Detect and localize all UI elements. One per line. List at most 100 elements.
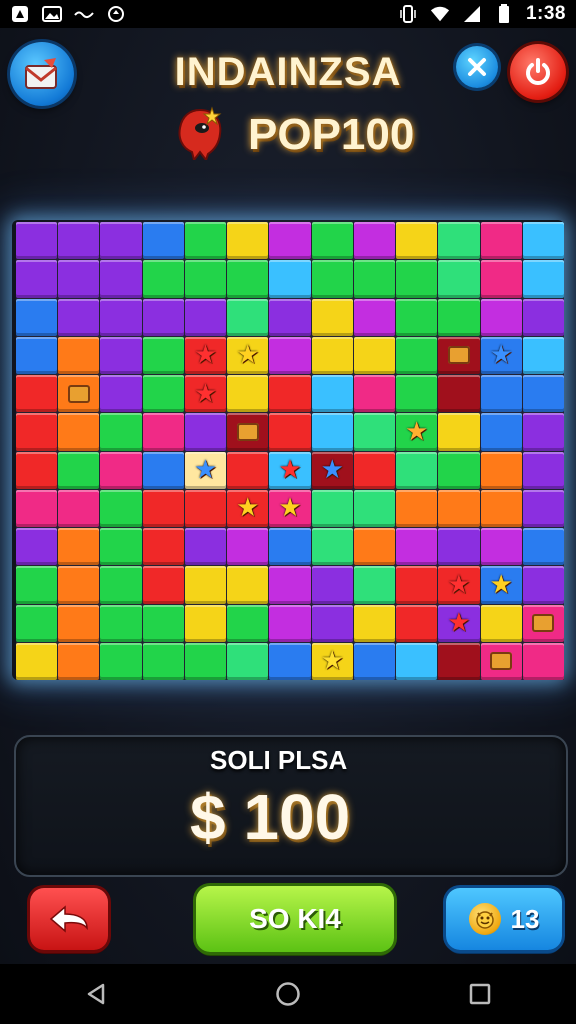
nav-home-button[interactable] bbox=[258, 969, 318, 1019]
board-tile[interactable] bbox=[100, 604, 142, 642]
board-tile[interactable] bbox=[227, 604, 269, 642]
board-tile[interactable] bbox=[311, 528, 353, 566]
board-tile[interactable] bbox=[353, 222, 396, 260]
board-tile[interactable] bbox=[353, 604, 396, 642]
board-tile[interactable] bbox=[227, 528, 269, 566]
board-tile[interactable] bbox=[16, 489, 58, 527]
board-tile[interactable] bbox=[522, 489, 564, 527]
board-tile[interactable] bbox=[227, 451, 269, 489]
board-tile[interactable] bbox=[480, 298, 522, 336]
board-tile[interactable] bbox=[58, 489, 100, 527]
board-tile[interactable] bbox=[311, 566, 353, 604]
board-tile[interactable] bbox=[100, 413, 142, 451]
board-tile[interactable] bbox=[269, 642, 311, 680]
board-tile[interactable] bbox=[184, 642, 227, 680]
board-tile[interactable] bbox=[396, 298, 438, 336]
board-tile[interactable] bbox=[16, 375, 58, 413]
board-tile[interactable] bbox=[522, 528, 564, 566]
board-tile[interactable] bbox=[184, 528, 227, 566]
board-tile[interactable] bbox=[142, 489, 184, 527]
board-tile[interactable]: ★ bbox=[184, 451, 227, 489]
board-tile[interactable] bbox=[353, 413, 396, 451]
board-tile[interactable] bbox=[16, 222, 58, 260]
back-button[interactable] bbox=[30, 888, 108, 950]
board-tile[interactable]: ★ bbox=[480, 566, 522, 604]
board-tile[interactable]: ★ bbox=[438, 566, 480, 604]
board-tile[interactable] bbox=[100, 298, 142, 336]
board-tile[interactable]: ★ bbox=[480, 336, 522, 374]
board-tile[interactable] bbox=[480, 642, 522, 680]
board-tile[interactable] bbox=[396, 528, 438, 566]
board-tile[interactable] bbox=[438, 298, 480, 336]
board-tile[interactable] bbox=[396, 336, 438, 374]
board-tile[interactable] bbox=[16, 298, 58, 336]
close-button[interactable] bbox=[456, 46, 498, 88]
board-tile[interactable] bbox=[269, 604, 311, 642]
board-tile[interactable]: ★ bbox=[311, 642, 353, 680]
board-tile[interactable] bbox=[480, 451, 522, 489]
board-tile[interactable] bbox=[311, 336, 353, 374]
board-tile[interactable] bbox=[100, 222, 142, 260]
board-tile[interactable] bbox=[438, 451, 480, 489]
board-tile[interactable] bbox=[100, 489, 142, 527]
board-tile[interactable] bbox=[522, 604, 564, 642]
board-tile[interactable] bbox=[142, 375, 184, 413]
board-tile[interactable] bbox=[100, 528, 142, 566]
board-tile[interactable] bbox=[142, 642, 184, 680]
board-tile[interactable] bbox=[480, 489, 522, 527]
board-tile[interactable] bbox=[438, 260, 480, 298]
board-tile[interactable] bbox=[142, 298, 184, 336]
board-tile[interactable] bbox=[16, 528, 58, 566]
board-tile[interactable] bbox=[16, 604, 58, 642]
game-board[interactable]: ★ ★ ★ ★ ★ ★ ★ ★ ★ ★ ★ ★ ★ ★ bbox=[16, 222, 564, 680]
board-tile[interactable] bbox=[58, 336, 100, 374]
board-tile[interactable] bbox=[142, 413, 184, 451]
board-tile[interactable] bbox=[353, 489, 396, 527]
board-tile[interactable] bbox=[353, 375, 396, 413]
board-tile[interactable]: ★ bbox=[311, 451, 353, 489]
board-tile[interactable]: ★ bbox=[269, 489, 311, 527]
board-tile[interactable] bbox=[522, 336, 564, 374]
board-tile[interactable] bbox=[269, 375, 311, 413]
coins-button[interactable]: 13 bbox=[446, 888, 562, 950]
board-tile[interactable] bbox=[311, 604, 353, 642]
board-tile[interactable] bbox=[269, 413, 311, 451]
board-tile[interactable] bbox=[522, 222, 564, 260]
board-tile[interactable] bbox=[269, 336, 311, 374]
board-tile[interactable] bbox=[184, 298, 227, 336]
nav-recents-button[interactable] bbox=[450, 969, 510, 1019]
board-tile[interactable] bbox=[269, 528, 311, 566]
board-tile[interactable] bbox=[100, 336, 142, 374]
board-tile[interactable] bbox=[396, 222, 438, 260]
board-tile[interactable] bbox=[311, 413, 353, 451]
board-tile[interactable] bbox=[227, 260, 269, 298]
board-tile[interactable] bbox=[58, 375, 100, 413]
board-tile[interactable] bbox=[438, 528, 480, 566]
board-tile[interactable] bbox=[58, 298, 100, 336]
board-tile[interactable] bbox=[522, 298, 564, 336]
board-tile[interactable] bbox=[353, 642, 396, 680]
board-tile[interactable] bbox=[142, 528, 184, 566]
board-tile[interactable] bbox=[522, 566, 564, 604]
board-tile[interactable] bbox=[16, 336, 58, 374]
board-tile[interactable] bbox=[438, 336, 480, 374]
board-tile[interactable] bbox=[142, 336, 184, 374]
board-tile[interactable] bbox=[353, 451, 396, 489]
board-tile[interactable] bbox=[396, 604, 438, 642]
board-tile[interactable] bbox=[227, 375, 269, 413]
board-tile[interactable]: ★ bbox=[227, 489, 269, 527]
board-tile[interactable] bbox=[58, 413, 100, 451]
board-tile[interactable] bbox=[16, 260, 58, 298]
board-tile[interactable] bbox=[480, 375, 522, 413]
board-tile[interactable] bbox=[480, 222, 522, 260]
board-tile[interactable] bbox=[142, 222, 184, 260]
board-tile[interactable] bbox=[396, 260, 438, 298]
board-tile[interactable] bbox=[353, 336, 396, 374]
board-tile[interactable] bbox=[522, 375, 564, 413]
board-tile[interactable] bbox=[100, 451, 142, 489]
board-tile[interactable] bbox=[142, 566, 184, 604]
board-tile[interactable] bbox=[227, 298, 269, 336]
board-tile[interactable] bbox=[480, 260, 522, 298]
board-tile[interactable] bbox=[184, 222, 227, 260]
board-tile[interactable] bbox=[353, 298, 396, 336]
